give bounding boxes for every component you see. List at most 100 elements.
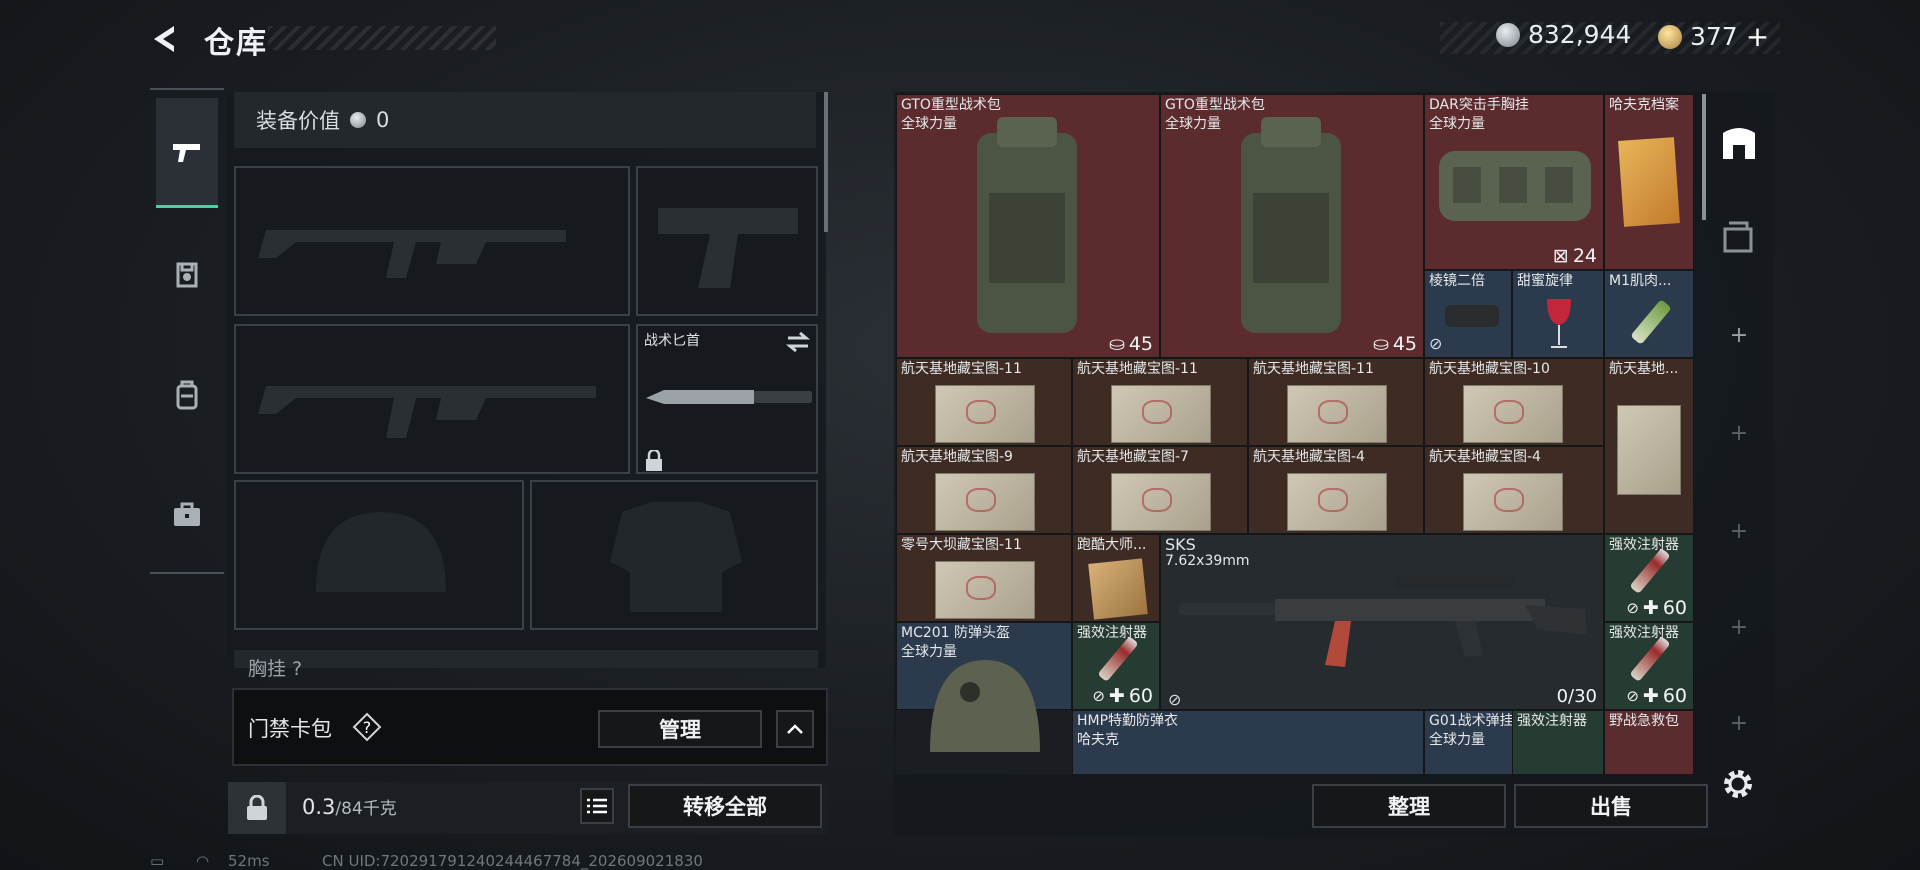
item-name: 航天基地藏宝图-4 <box>1429 449 1541 465</box>
stash-item[interactable]: HMP特勤防弹衣 哈夫克 <box>1072 710 1424 774</box>
stash-item[interactable]: 甜蜜旋律 <box>1512 270 1604 358</box>
stash-item[interactable]: 航天基地藏宝图-4 <box>1248 446 1424 534</box>
list-view-button[interactable] <box>580 788 614 824</box>
add-page-button[interactable]: + <box>1714 310 1764 360</box>
syringe-image <box>1629 547 1671 595</box>
settings-gear-icon[interactable] <box>1718 764 1758 804</box>
stash-item[interactable]: 航天基地藏宝图-11 <box>1072 358 1248 446</box>
map-image <box>1287 385 1387 443</box>
stash-item[interactable]: 航天基地藏宝图-4 <box>1424 446 1604 534</box>
primary-weapon-slot-1[interactable] <box>234 166 630 316</box>
stash-item[interactable]: GTO重型战术包 全球力量 ⛀ 45 <box>896 94 1160 358</box>
sell-button[interactable]: 出售 <box>1514 784 1708 828</box>
item-count: ⊘ ✚ 60 <box>1626 597 1687 619</box>
stash-item[interactable]: 哈夫克档案 <box>1604 94 1694 270</box>
armor-icon <box>176 262 198 288</box>
collapse-button[interactable] <box>776 710 814 748</box>
stash-page-button[interactable] <box>1714 118 1764 168</box>
stash-item[interactable]: M1肌肉... <box>1604 270 1694 358</box>
gold-coin-icon <box>1658 24 1682 49</box>
stash-item[interactable]: 野战急救包 <box>1604 710 1694 774</box>
item-name: 强效注射器 <box>1517 713 1587 729</box>
chest-rig-label: 胸挂 ? <box>248 658 303 680</box>
document-image <box>1618 137 1680 227</box>
transfer-all-button[interactable]: 转移全部 <box>628 784 822 828</box>
ping-text: 52ms <box>228 852 270 870</box>
melee-slot[interactable]: 战术匕首 <box>636 324 818 474</box>
tab-backpack[interactable] <box>156 340 218 450</box>
item-sub: 全球力量 <box>1429 732 1485 748</box>
pistol-slot[interactable] <box>636 166 818 316</box>
swap-icon[interactable] <box>784 330 812 354</box>
item-name: 野战急救包 <box>1609 713 1679 729</box>
map-image <box>935 473 1035 531</box>
item-sub: 全球力量 <box>901 116 957 132</box>
map-image <box>935 385 1035 443</box>
heal-icon: ✚ <box>1108 685 1125 707</box>
chest-rig-slot[interactable] <box>234 650 818 668</box>
map-image <box>1111 385 1211 443</box>
item-name: 甜蜜旋律 <box>1517 273 1573 289</box>
add-currency-button[interactable]: + <box>1746 20 1769 53</box>
help-icon[interactable]: ? <box>352 712 382 742</box>
item-name: SKS <box>1165 535 1196 554</box>
stash-item[interactable]: 航天基地... <box>1604 358 1694 534</box>
add-page-button[interactable]: + <box>1714 506 1764 556</box>
primary-weapon-slot-2[interactable] <box>234 324 630 474</box>
add-page-button[interactable]: + <box>1714 602 1764 652</box>
stash-item[interactable]: 强效注射器 ⊘ ✚ 60 <box>1604 622 1694 710</box>
lock-button[interactable] <box>228 782 286 834</box>
backpack-image <box>1241 117 1341 333</box>
body-armor-slot[interactable] <box>530 480 818 630</box>
equipment-scrollbar[interactable] <box>824 92 828 232</box>
stash-item[interactable]: 强效注射器 ⊘ ✚ 60 <box>1072 622 1160 710</box>
stash-item[interactable]: GTO重型战术包 全球力量 ⛀ 45 <box>1160 94 1424 358</box>
item-name: 航天基地藏宝图-11 <box>901 361 1022 377</box>
manage-button[interactable]: 管理 <box>598 710 762 748</box>
stash-scrollbar[interactable] <box>1702 94 1706 220</box>
list-icon <box>587 798 607 814</box>
stash-item[interactable]: 零号大坝藏宝图-11 <box>896 534 1072 622</box>
helmet-slot[interactable] <box>234 480 524 630</box>
back-arrow-icon[interactable] <box>148 22 182 56</box>
add-page-button[interactable]: + <box>1714 408 1764 458</box>
add-page-button[interactable]: + <box>1714 698 1764 748</box>
stash-item[interactable]: SKS 7.62x39mm 0/30 <box>1160 534 1604 710</box>
stash-item[interactable]: 跑酷大师... <box>1072 534 1160 622</box>
silver-coin-icon <box>1496 22 1520 47</box>
heal-icon: ✚ <box>1642 597 1659 619</box>
item-name: DAR突击手胸挂 <box>1429 97 1529 113</box>
weight-current: 0.3 <box>302 795 336 819</box>
item-name: 强效注射器 <box>1609 625 1679 641</box>
stash-item[interactable]: 航天基地藏宝图-11 <box>896 358 1072 446</box>
item-name: 航天基地藏宝图-11 <box>1077 361 1198 377</box>
container-icon <box>1723 221 1753 253</box>
item-count: ⊘ ✚ 60 <box>1626 685 1687 707</box>
stash-item[interactable]: 强效注射器 <box>1512 710 1604 774</box>
stash-item[interactable]: 棱镜二倍 ⊘ <box>1424 270 1512 358</box>
lock-icon <box>646 450 662 471</box>
uid-text: CN UID:720291791240244467784_20260902183… <box>322 852 703 870</box>
tab-case[interactable] <box>156 460 218 570</box>
stash-item[interactable]: 航天基地藏宝图-9 <box>896 446 1072 534</box>
arrange-button[interactable]: 整理 <box>1312 784 1506 828</box>
injector-image <box>1630 299 1672 345</box>
melee-slot-label: 战术匕首 <box>644 333 700 349</box>
heal-icon: ✚ <box>1642 685 1659 707</box>
tab-weapons[interactable] <box>156 98 218 208</box>
stash-item[interactable]: DAR突击手胸挂 全球力量 ⊠ 24 <box>1424 94 1604 270</box>
stash-item[interactable]: 航天基地藏宝图-7 <box>1072 446 1248 534</box>
keycard-title: 门禁卡包 <box>248 717 332 741</box>
item-name: 强效注射器 <box>1077 625 1147 641</box>
stash-item[interactable]: 航天基地藏宝图-10 <box>1424 358 1604 446</box>
container-page-button[interactable] <box>1714 212 1764 262</box>
gold-currency: 377 + <box>1658 20 1769 53</box>
item-name: 航天基地... <box>1609 361 1679 377</box>
map-image <box>1617 405 1681 495</box>
stash-item[interactable]: 强效注射器 ⊘ ✚ 60 <box>1604 534 1694 622</box>
stash-item[interactable]: 航天基地藏宝图-11 <box>1248 358 1424 446</box>
silver-coin-icon <box>350 112 366 128</box>
weight-display: 0.3/84千克 <box>302 794 397 819</box>
capacity-icon: ⊠ <box>1552 245 1569 267</box>
tab-armor[interactable] <box>156 220 218 330</box>
